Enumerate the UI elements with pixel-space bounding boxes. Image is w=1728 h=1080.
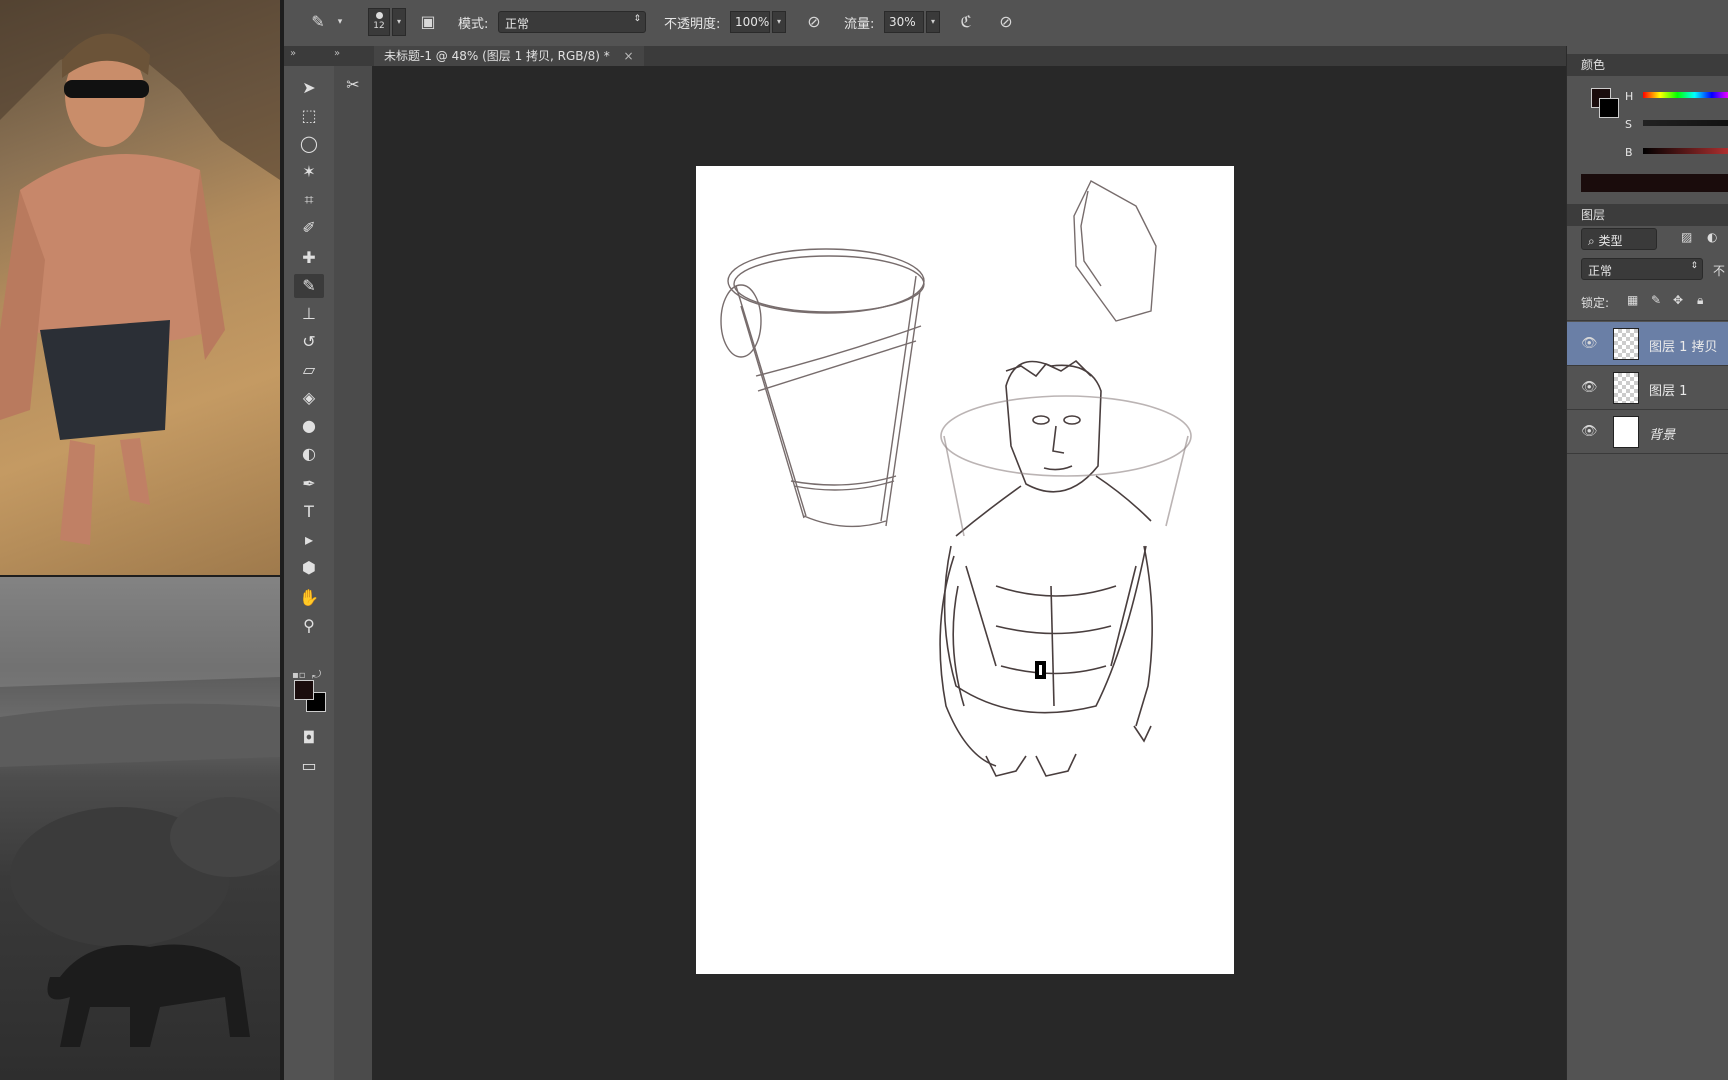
brightness-slider[interactable] [1643,148,1728,154]
layers-panel-header[interactable]: 图层 [1567,204,1728,226]
quick-mask-icon[interactable]: ◘ [294,726,324,750]
brush-panel-toggle-icon[interactable]: ▣ [416,10,440,34]
color-panel-title: 颜色 [1581,58,1606,72]
eye-icon[interactable]: 👁︎ [1581,424,1598,439]
collapsed-panel-strip: ✂ [334,66,373,1080]
document-tab[interactable]: 未标题-1 @ 48% (图层 1 拷贝, RGB/8) * × [374,46,644,66]
mode-label: 模式: [458,17,489,32]
mode-value: 正常 [505,17,530,31]
updown-icon: ⇕ [633,14,641,24]
marquee-tool-icon[interactable]: ⬚ [294,104,324,128]
dodge-tool-icon[interactable]: ◐ [294,442,324,466]
eraser-tool-icon[interactable]: ▱ [294,358,324,382]
eyedropper-tool-icon[interactable]: ✐ [294,216,324,240]
brush-tip-icon [376,12,383,19]
right-panel-dock: 颜色 H S B 图层 ⌕ 类型 ▨ ◐ 正常 ⇕ 不 锁定: ▦ ✎ ✥ 🔒︎… [1566,46,1728,1080]
drawing-canvas[interactable] [696,166,1234,974]
airbrush-icon[interactable]: ℭ [954,10,978,34]
healing-brush-tool-icon[interactable]: ✚ [294,246,324,270]
mode-select[interactable]: 正常 ⇕ [498,11,646,33]
eye-icon[interactable]: 👁︎ [1581,336,1598,351]
search-icon: ⌕ [1588,234,1599,248]
blur-tool-icon[interactable]: ● [294,414,324,438]
magic-wand-tool-icon[interactable]: ✶ [294,160,324,184]
collapse-panel-icon[interactable]: » [334,48,340,59]
pressure-opacity-icon[interactable]: ⊘ [802,10,826,34]
blend-mode-select[interactable]: 正常 ⇕ [1581,258,1703,280]
color-panel-background-swatch[interactable] [1599,98,1619,118]
adjustment-filter-icon[interactable]: ◐ [1707,230,1717,244]
color-panel-header[interactable]: 颜色 [1567,54,1728,76]
brightness-label: B [1625,146,1633,159]
sketch-drawing [720,180,1192,777]
layers-panel-title: 图层 [1581,208,1606,222]
brush-tool-icon[interactable]: ✎ [294,274,324,298]
opacity-label-truncated: 不 [1713,264,1726,278]
layer-name: 背景 [1649,428,1676,443]
path-selection-tool-icon[interactable]: ▸ [294,528,324,552]
toolbox: ➤ ⬚ ◯ ✶ ⌗ ✐ ✚ ✎ ⊥ ↺ ▱ ◈ ● ◐ ✒ T ▸ ⬢ ✋ ⚲ … [284,66,335,1080]
flow-dropdown[interactable]: ▾ [926,11,940,33]
opacity-input[interactable]: 100% [730,11,770,33]
lock-transparency-icon[interactable]: ▦ [1627,293,1638,307]
image-filter-icon[interactable]: ▨ [1681,230,1692,244]
brush-preset-icon[interactable]: ✎ [306,10,330,34]
type-tool-icon[interactable]: T [294,500,324,524]
zoom-tool-icon[interactable]: ⚲ [294,614,324,638]
eye-icon[interactable]: 👁︎ [1581,380,1598,395]
lasso-tool-icon[interactable]: ◯ [294,132,324,156]
chevron-down-icon[interactable]: ▾ [328,10,352,34]
layer-filter-value: 类型 [1598,234,1623,248]
pressure-size-icon[interactable]: ⊘ [994,10,1018,34]
lock-brush-icon[interactable]: ✎ [1651,293,1661,307]
lock-label: 锁定: [1581,296,1610,310]
brush-size-dropdown[interactable]: ▾ [392,8,406,36]
opacity-label: 不透明度: [664,17,721,32]
layer-row-background[interactable]: 👁︎ 背景 [1567,410,1728,454]
updown-icon: ⇕ [1690,261,1698,271]
foreground-color-swatch[interactable] [294,680,314,700]
close-icon[interactable]: × [624,49,634,63]
layer-row-layer-1[interactable]: 👁︎ 图层 1 [1567,366,1728,410]
layer-thumbnail [1613,372,1639,404]
layer-name: 图层 1 拷贝 [1649,340,1718,355]
flow-input[interactable]: 30% [884,11,924,33]
tool-presets-icon[interactable]: ✂ [340,72,366,98]
opacity-dropdown[interactable]: ▾ [772,11,786,33]
paint-bucket-tool-icon[interactable]: ◈ [294,386,324,410]
layer-thumbnail [1613,416,1639,448]
crop-tool-icon[interactable]: ⌗ [294,188,324,212]
layer-thumbnail [1613,328,1639,360]
hand-tool-icon[interactable]: ✋ [294,586,324,610]
reference-photo-horse-landscape [0,577,280,1080]
shape-tool-icon[interactable]: ⬢ [294,556,324,580]
move-tool-icon[interactable]: ➤ [294,76,324,100]
saturation-label: S [1625,118,1632,131]
hue-slider[interactable] [1643,92,1728,98]
color-ramp[interactable] [1581,174,1728,192]
pen-tool-icon[interactable]: ✒ [294,472,324,496]
lock-move-icon[interactable]: ✥ [1673,293,1683,307]
layer-filter-select[interactable]: ⌕ 类型 [1581,228,1657,250]
document-tab-bar: » » 未标题-1 @ 48% (图层 1 拷贝, RGB/8) * × [284,46,1566,66]
collapse-toolbox-icon[interactable]: » [290,48,296,59]
document-tab-title: 未标题-1 @ 48% (图层 1 拷贝, RGB/8) * [384,49,610,63]
layer-row-layer-1-copy[interactable]: 👁︎ 图层 1 拷贝 [1567,322,1728,366]
reference-photo-man [0,0,280,575]
blend-mode-value: 正常 [1588,264,1613,278]
history-brush-tool-icon[interactable]: ↺ [294,330,324,354]
brush-size-picker[interactable]: 12 [368,8,390,36]
flow-label: 流量: [844,17,875,32]
lock-all-icon[interactable]: 🔒︎ [1697,293,1703,308]
brush-size-value: 12 [373,21,385,31]
saturation-slider[interactable] [1643,120,1728,126]
clone-stamp-tool-icon[interactable]: ⊥ [294,302,324,326]
screen-mode-icon[interactable]: ▭ [294,754,324,778]
hue-label: H [1625,90,1634,103]
layer-name: 图层 1 [1649,384,1688,399]
options-bar: ✎ ▾ 12 ▾ ▣ 模式: 正常 ⇕ 不透明度: 100% ▾ ⊘ 流量: 3… [284,0,1728,47]
